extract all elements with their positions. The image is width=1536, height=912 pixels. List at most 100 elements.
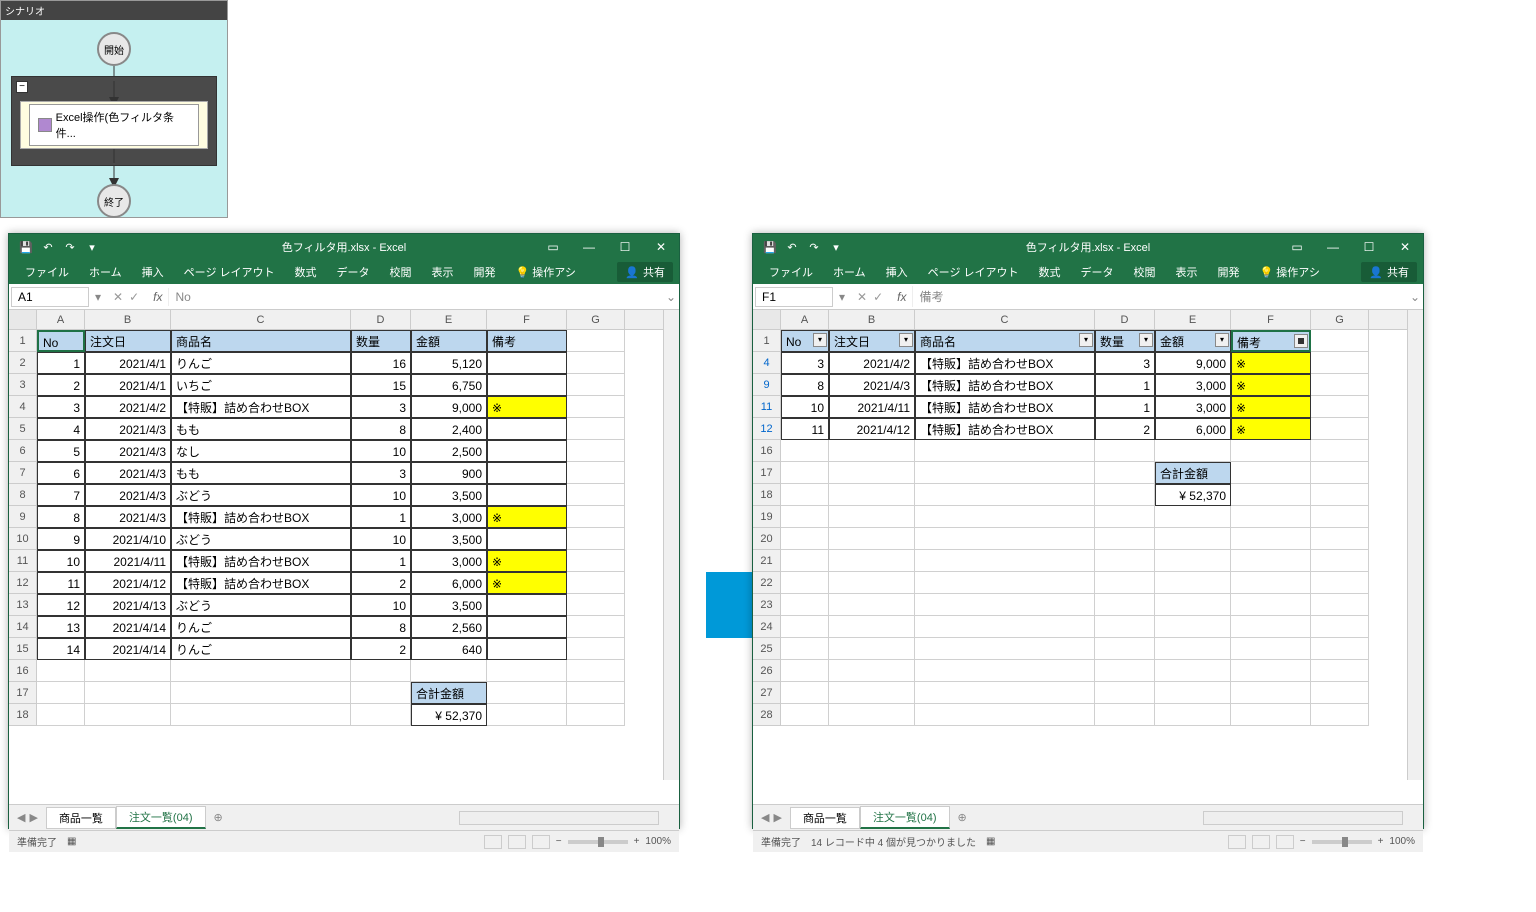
cell[interactable]: 1 <box>351 506 411 528</box>
cell[interactable]: 2 <box>1095 418 1155 440</box>
cell[interactable] <box>487 484 567 506</box>
save-icon[interactable]: 💾 <box>19 240 33 254</box>
cell[interactable]: 3,000 <box>411 550 487 572</box>
cell[interactable]: 2 <box>351 638 411 660</box>
cell[interactable]: ※ <box>1231 374 1311 396</box>
cell[interactable]: りんご <box>171 638 351 660</box>
sheet-next-icon[interactable]: ▶ <box>773 811 781 824</box>
cell[interactable] <box>85 660 171 682</box>
cell[interactable] <box>1311 440 1369 462</box>
macro-icon[interactable]: ▦ <box>67 836 76 847</box>
table-header-cell[interactable]: 商品名▾ <box>915 330 1095 352</box>
table-header-cell[interactable]: 注文日▾ <box>829 330 915 352</box>
row-header[interactable]: 5 <box>9 418 37 440</box>
zoom-level[interactable]: 100% <box>645 836 671 847</box>
cell[interactable] <box>487 660 567 682</box>
col-header[interactable]: G <box>1311 310 1369 329</box>
cell[interactable] <box>411 660 487 682</box>
name-box[interactable]: F1 <box>755 287 833 307</box>
cell[interactable] <box>1231 682 1311 704</box>
col-header[interactable]: E <box>411 310 487 329</box>
cell[interactable]: ※ <box>487 572 567 594</box>
total-value-cell[interactable]: ¥ 52,370 <box>1155 484 1231 506</box>
cell[interactable] <box>1155 550 1231 572</box>
cell[interactable] <box>1231 660 1311 682</box>
row-header[interactable]: 9 <box>753 374 781 396</box>
cell[interactable] <box>567 374 625 396</box>
tab-tell-me[interactable]: 💡 操作アシ <box>1250 264 1330 280</box>
col-header[interactable]: C <box>915 310 1095 329</box>
cell[interactable] <box>567 506 625 528</box>
cell[interactable] <box>1095 660 1155 682</box>
cell[interactable] <box>1155 638 1231 660</box>
cell[interactable] <box>1231 528 1311 550</box>
table-header-cell[interactable]: 注文日 <box>85 330 171 352</box>
cell[interactable] <box>915 660 1095 682</box>
cell[interactable] <box>567 528 625 550</box>
cell[interactable] <box>829 704 915 726</box>
cell[interactable]: りんご <box>171 616 351 638</box>
cell[interactable]: 2,500 <box>411 440 487 462</box>
cell[interactable] <box>567 682 625 704</box>
undo-icon[interactable]: ↶ <box>41 240 55 254</box>
filter-dropdown-icon[interactable]: ▾ <box>1139 333 1153 347</box>
cell[interactable] <box>1155 704 1231 726</box>
cell[interactable] <box>1311 638 1369 660</box>
cell[interactable] <box>781 704 829 726</box>
cell[interactable] <box>1231 704 1311 726</box>
zoom-out-button[interactable]: − <box>556 836 562 847</box>
close-button[interactable]: ✕ <box>643 234 679 260</box>
col-header[interactable]: B <box>829 310 915 329</box>
cell[interactable] <box>1095 638 1155 660</box>
row-header[interactable]: 26 <box>753 660 781 682</box>
row-header[interactable]: 19 <box>753 506 781 528</box>
row-header[interactable]: 18 <box>9 704 37 726</box>
cell[interactable] <box>781 572 829 594</box>
cell[interactable] <box>1231 616 1311 638</box>
cell[interactable]: 3,000 <box>1155 374 1231 396</box>
cell[interactable] <box>1095 704 1155 726</box>
cell[interactable] <box>829 616 915 638</box>
cell[interactable] <box>351 682 411 704</box>
qat-dropdown-icon[interactable]: ▾ <box>829 240 843 254</box>
cell[interactable]: 4 <box>37 418 85 440</box>
cell[interactable] <box>567 616 625 638</box>
cell[interactable]: 12 <box>37 594 85 616</box>
cell[interactable] <box>915 528 1095 550</box>
cell[interactable] <box>567 638 625 660</box>
redo-icon[interactable]: ↷ <box>63 240 77 254</box>
cell[interactable] <box>1095 572 1155 594</box>
cell[interactable] <box>567 660 625 682</box>
cell[interactable]: 2021/4/13 <box>85 594 171 616</box>
cell[interactable]: りんご <box>171 352 351 374</box>
table-header-cell[interactable]: 数量▾ <box>1095 330 1155 352</box>
cell[interactable] <box>829 660 915 682</box>
cell[interactable]: 16 <box>351 352 411 374</box>
cell[interactable]: 2021/4/1 <box>85 352 171 374</box>
cell[interactable]: 2021/4/14 <box>85 616 171 638</box>
cell[interactable] <box>915 572 1095 594</box>
cell[interactable]: 6,000 <box>1155 418 1231 440</box>
save-icon[interactable]: 💾 <box>763 240 777 254</box>
cell[interactable]: 【特販】詰め合わせBOX <box>171 506 351 528</box>
tab-view[interactable]: 表示 <box>1166 264 1208 280</box>
maximize-button[interactable]: ☐ <box>1351 234 1387 260</box>
cell[interactable]: 13 <box>37 616 85 638</box>
row-header[interactable]: 9 <box>9 506 37 528</box>
total-label-cell[interactable]: 合計金額 <box>1155 462 1231 484</box>
cell[interactable] <box>487 462 567 484</box>
cell[interactable] <box>781 528 829 550</box>
cell[interactable] <box>567 396 625 418</box>
row-header[interactable]: 23 <box>753 594 781 616</box>
cancel-icon[interactable]: ✕ <box>113 290 123 304</box>
tab-layout[interactable]: ページ レイアウト <box>174 264 285 280</box>
cell[interactable] <box>85 704 171 726</box>
row-header[interactable]: 11 <box>9 550 37 572</box>
cell[interactable]: 8 <box>37 506 85 528</box>
tab-formulas[interactable]: 数式 <box>1029 264 1071 280</box>
cell[interactable] <box>1155 682 1231 704</box>
row-header[interactable]: 3 <box>9 374 37 396</box>
cell[interactable]: 10 <box>351 528 411 550</box>
row-header[interactable]: 6 <box>9 440 37 462</box>
cell[interactable] <box>1095 440 1155 462</box>
